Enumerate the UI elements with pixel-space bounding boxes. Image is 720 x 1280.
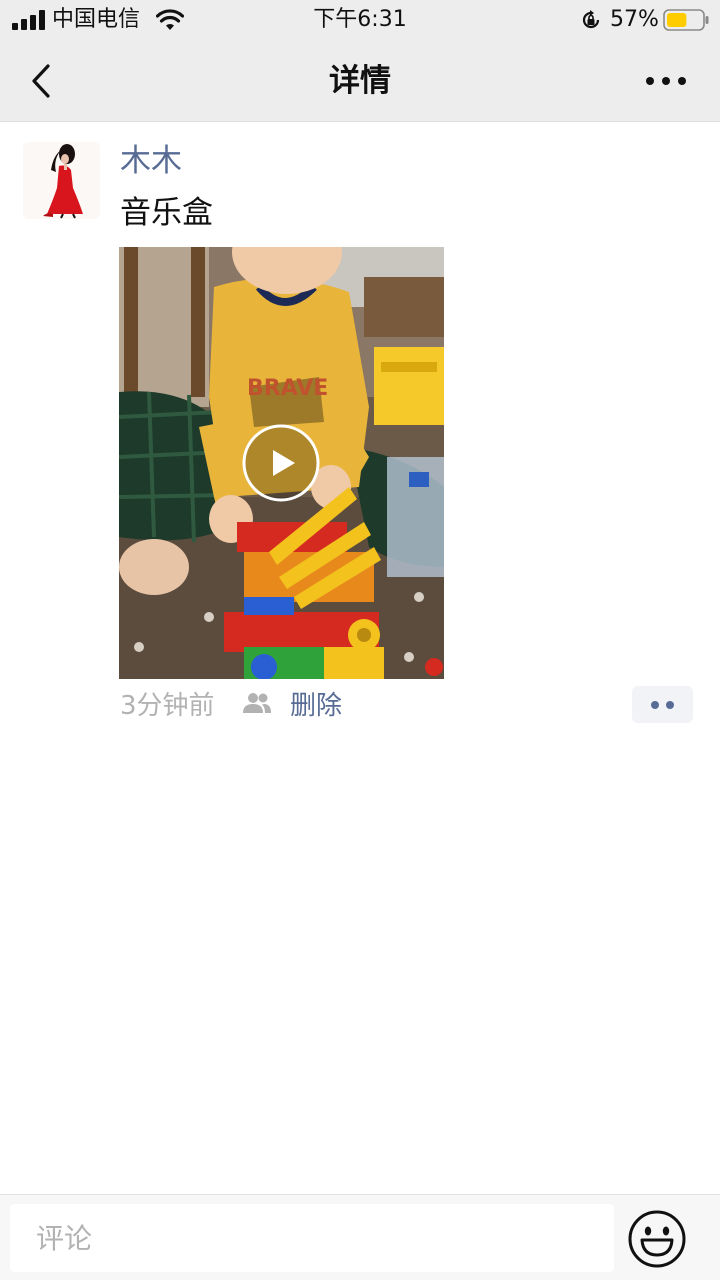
comment-bar — [0, 1194, 720, 1280]
more-options-button[interactable] — [640, 66, 692, 96]
post-meta-row: 3分钟前 删除 — [120, 686, 700, 726]
post-text: 音乐盒 — [120, 195, 213, 231]
author-name[interactable]: 木木 — [120, 140, 182, 182]
friends-icon[interactable] — [242, 692, 272, 714]
battery-icon — [663, 9, 709, 31]
avatar[interactable] — [23, 142, 100, 219]
rotation-lock-icon — [582, 10, 600, 29]
comment-input[interactable] — [10, 1204, 614, 1272]
two-dots-icon — [666, 701, 674, 709]
smiley-icon[interactable] — [627, 1209, 687, 1269]
avatar-image — [23, 142, 100, 219]
post-timestamp: 3分钟前 — [120, 691, 215, 721]
video-thumbnail[interactable]: BRAVE — [119, 247, 444, 679]
battery-percent: 57% — [610, 7, 659, 32]
comment-like-button[interactable] — [632, 686, 693, 723]
status-bar: 中国电信 下午6:31 57% — [0, 0, 720, 40]
delete-link[interactable]: 删除 — [290, 688, 342, 724]
play-icon[interactable] — [242, 424, 320, 502]
navigation-bar: 详情 — [0, 40, 720, 122]
two-dots-icon — [651, 701, 659, 709]
page-title: 详情 — [329, 63, 391, 99]
svg-text:BRAVE: BRAVE — [247, 376, 328, 401]
